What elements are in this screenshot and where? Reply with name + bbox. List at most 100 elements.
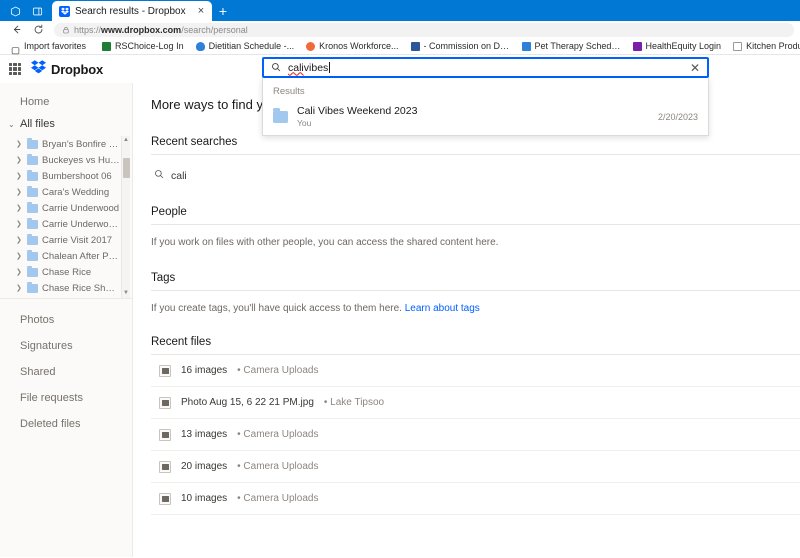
browser-window: Search results - Dropbox × + https://www…: [0, 0, 800, 558]
split-screen-icon[interactable]: [26, 2, 48, 21]
sidebar-item-file-requests[interactable]: File requests: [0, 385, 132, 411]
close-icon[interactable]: ×: [195, 6, 207, 17]
tree-item[interactable]: ❯ Cara's Wedding: [0, 184, 120, 200]
table-row[interactable]: 10 images • Camera Uploads: [151, 483, 800, 515]
sidebar-item-shared[interactable]: Shared: [0, 359, 132, 385]
folder-tree-list: ❯Bryan's Bonfire Bday Ba... ❯Buckeyes vs…: [0, 136, 132, 299]
bookmark-rschoice[interactable]: RSChoice-Log In: [96, 39, 190, 54]
new-tab-button[interactable]: +: [212, 1, 234, 21]
chevron-right-icon[interactable]: ❯: [16, 188, 23, 196]
bookmark-label: RSChoice-Log In: [115, 41, 184, 51]
tree-item[interactable]: ❯Chase Rice: [0, 264, 120, 280]
main-content: More ways to find your Recent searches c…: [133, 83, 800, 557]
folder-icon: [27, 204, 38, 213]
file-location: • Camera Uploads: [237, 365, 318, 376]
tree-item-label: Chalean After Pics 2012: [42, 251, 120, 262]
address-bar[interactable]: https://www.dropbox.com/search/personal: [54, 23, 794, 37]
rschoice-icon: [102, 42, 111, 51]
tree-item[interactable]: ❯ Chase Rice Showbox: [0, 280, 120, 296]
tree-item[interactable]: ❯Chief Joseph Days 2014: [0, 296, 120, 299]
reload-icon[interactable]: [28, 22, 48, 38]
table-row[interactable]: 16 images • Camera Uploads: [151, 355, 800, 387]
table-row[interactable]: 20 images • Camera Uploads: [151, 451, 800, 483]
sidebar-bottom-items: Photos Signatures Shared File requests D…: [0, 303, 132, 437]
sidebar-item-deleted-files[interactable]: Deleted files: [0, 411, 132, 437]
tree-item[interactable]: ❯Carrie Underwood Conc...: [0, 216, 120, 232]
chevron-right-icon[interactable]: ❯: [16, 252, 23, 260]
sidebar-scrollbar[interactable]: ▲ ▼: [121, 136, 130, 298]
app-body: Home ⌄ All files ❯Bryan's Bonfire Bday B…: [0, 83, 800, 557]
sidebar-item-label: File requests: [20, 392, 83, 404]
tree-item-label: Cara's Wedding: [42, 187, 109, 198]
search-results-dropdown: Results Cali Vibes Weekend 2023 You 2/20…: [262, 78, 709, 136]
bookmark-label: - Commission on Di...: [424, 41, 510, 51]
import-favorites-icon: [11, 42, 20, 51]
bookmark-kitchen-product-ou[interactable]: Kitchen Product Ou...: [727, 39, 800, 54]
bookmark-healthequity-login[interactable]: HealthEquity Login: [627, 39, 728, 54]
scroll-up-icon[interactable]: ▲: [122, 136, 130, 145]
text-caret: [329, 62, 330, 73]
folder-icon: [27, 268, 38, 277]
search-result-item[interactable]: Cali Vibes Weekend 2023 You 2/20/2023: [263, 102, 708, 135]
bookmark-commission-on-di[interactable]: - Commission on Di...: [405, 39, 516, 54]
image-file-icon: [159, 429, 171, 441]
tags-heading: Tags: [151, 272, 800, 291]
sidebar-item-signatures[interactable]: Signatures: [0, 333, 132, 359]
tree-item[interactable]: ❯ Carrie Underwood: [0, 200, 120, 216]
sidebar-item-label: Signatures: [20, 340, 73, 352]
address-bar-url: https://www.dropbox.com/search/personal: [74, 25, 248, 35]
tree-item-label: Carrie Visit 2017: [42, 235, 112, 246]
scroll-down-icon[interactable]: ▼: [122, 289, 130, 298]
scrollbar-thumb[interactable]: [123, 158, 130, 178]
bookmark-dietitian-schedule[interactable]: Dietitian Schedule -...: [190, 39, 301, 54]
table-row[interactable]: Photo Aug 15, 6 22 21 PM.jpg • Lake Tips…: [151, 387, 800, 419]
tab-actions-icon[interactable]: [4, 2, 26, 21]
tree-item-label: Carrie Underwood: [42, 203, 119, 214]
dropbox-icon: [59, 6, 70, 17]
file-name: 13 images: [181, 429, 227, 440]
tree-item[interactable]: ❯Bryan's Bonfire Bday Ba...: [0, 136, 120, 152]
sidebar-item-home[interactable]: Home: [0, 91, 132, 113]
chevron-right-icon[interactable]: ❯: [16, 156, 23, 164]
chevron-right-icon[interactable]: ❯: [16, 236, 23, 244]
tree-item-label: Chase Rice Showbox: [42, 283, 120, 294]
browser-tab[interactable]: Search results - Dropbox ×: [52, 1, 212, 21]
chevron-right-icon[interactable]: ❯: [16, 140, 23, 148]
table-row[interactable]: 13 images • Camera Uploads: [151, 419, 800, 451]
chevron-right-icon[interactable]: ❯: [16, 268, 23, 276]
word-doc-icon: [411, 42, 420, 51]
close-icon[interactable]: ✕: [690, 62, 700, 74]
sidebar-item-photos[interactable]: Photos: [0, 307, 132, 333]
tree-item[interactable]: ❯ Carrie Visit 2017: [0, 232, 120, 248]
tree-item[interactable]: ❯Bumbershoot 06: [0, 168, 120, 184]
folder-icon: [27, 172, 38, 181]
tags-empty-text: If you create tags, you'll have quick ac…: [151, 291, 800, 314]
chevron-right-icon[interactable]: ❯: [16, 204, 23, 212]
bookmark-kronos-workforce[interactable]: Kronos Workforce...: [300, 39, 404, 54]
tree-item-label: Chief Joseph Days 2014: [42, 299, 120, 300]
chevron-right-icon[interactable]: ❯: [16, 172, 23, 180]
excel-icon: [522, 42, 531, 51]
tree-item[interactable]: ❯ Chalean After Pics 2012: [0, 248, 120, 264]
search-result-texts: Cali Vibes Weekend 2023 You: [297, 105, 649, 128]
chevron-right-icon[interactable]: ❯: [16, 220, 23, 228]
chevron-right-icon[interactable]: ❯: [16, 284, 23, 292]
back-arrow-icon[interactable]: [6, 22, 26, 38]
learn-about-tags-link[interactable]: Learn about tags: [405, 303, 480, 314]
recent-search-item[interactable]: cali: [151, 155, 800, 182]
apps-grid-icon[interactable]: [8, 62, 22, 76]
healthequity-icon: [633, 42, 642, 51]
dropbox-app: Dropbox Home ⌄ All files: [0, 55, 800, 557]
search-input-value[interactable]: cali vibes: [288, 62, 683, 74]
recent-search-label: cali: [171, 170, 187, 182]
page-icon: [733, 42, 742, 51]
dropbox-logo[interactable]: Dropbox: [31, 59, 103, 79]
bookmark-import-favorites[interactable]: Import favorites: [5, 39, 92, 54]
bookmark-pet-therapy-schedule[interactable]: Pet Therapy Schedu...: [516, 39, 627, 54]
file-name: 20 images: [181, 461, 227, 472]
search-input[interactable]: cali vibes ✕: [262, 57, 709, 78]
tree-item[interactable]: ❯Buckeyes vs Huskies: [0, 152, 120, 168]
sidebar-item-all-files[interactable]: ⌄ All files: [0, 113, 132, 135]
recent-searches-heading: Recent searches: [151, 136, 800, 155]
folder-icon: [27, 284, 38, 293]
